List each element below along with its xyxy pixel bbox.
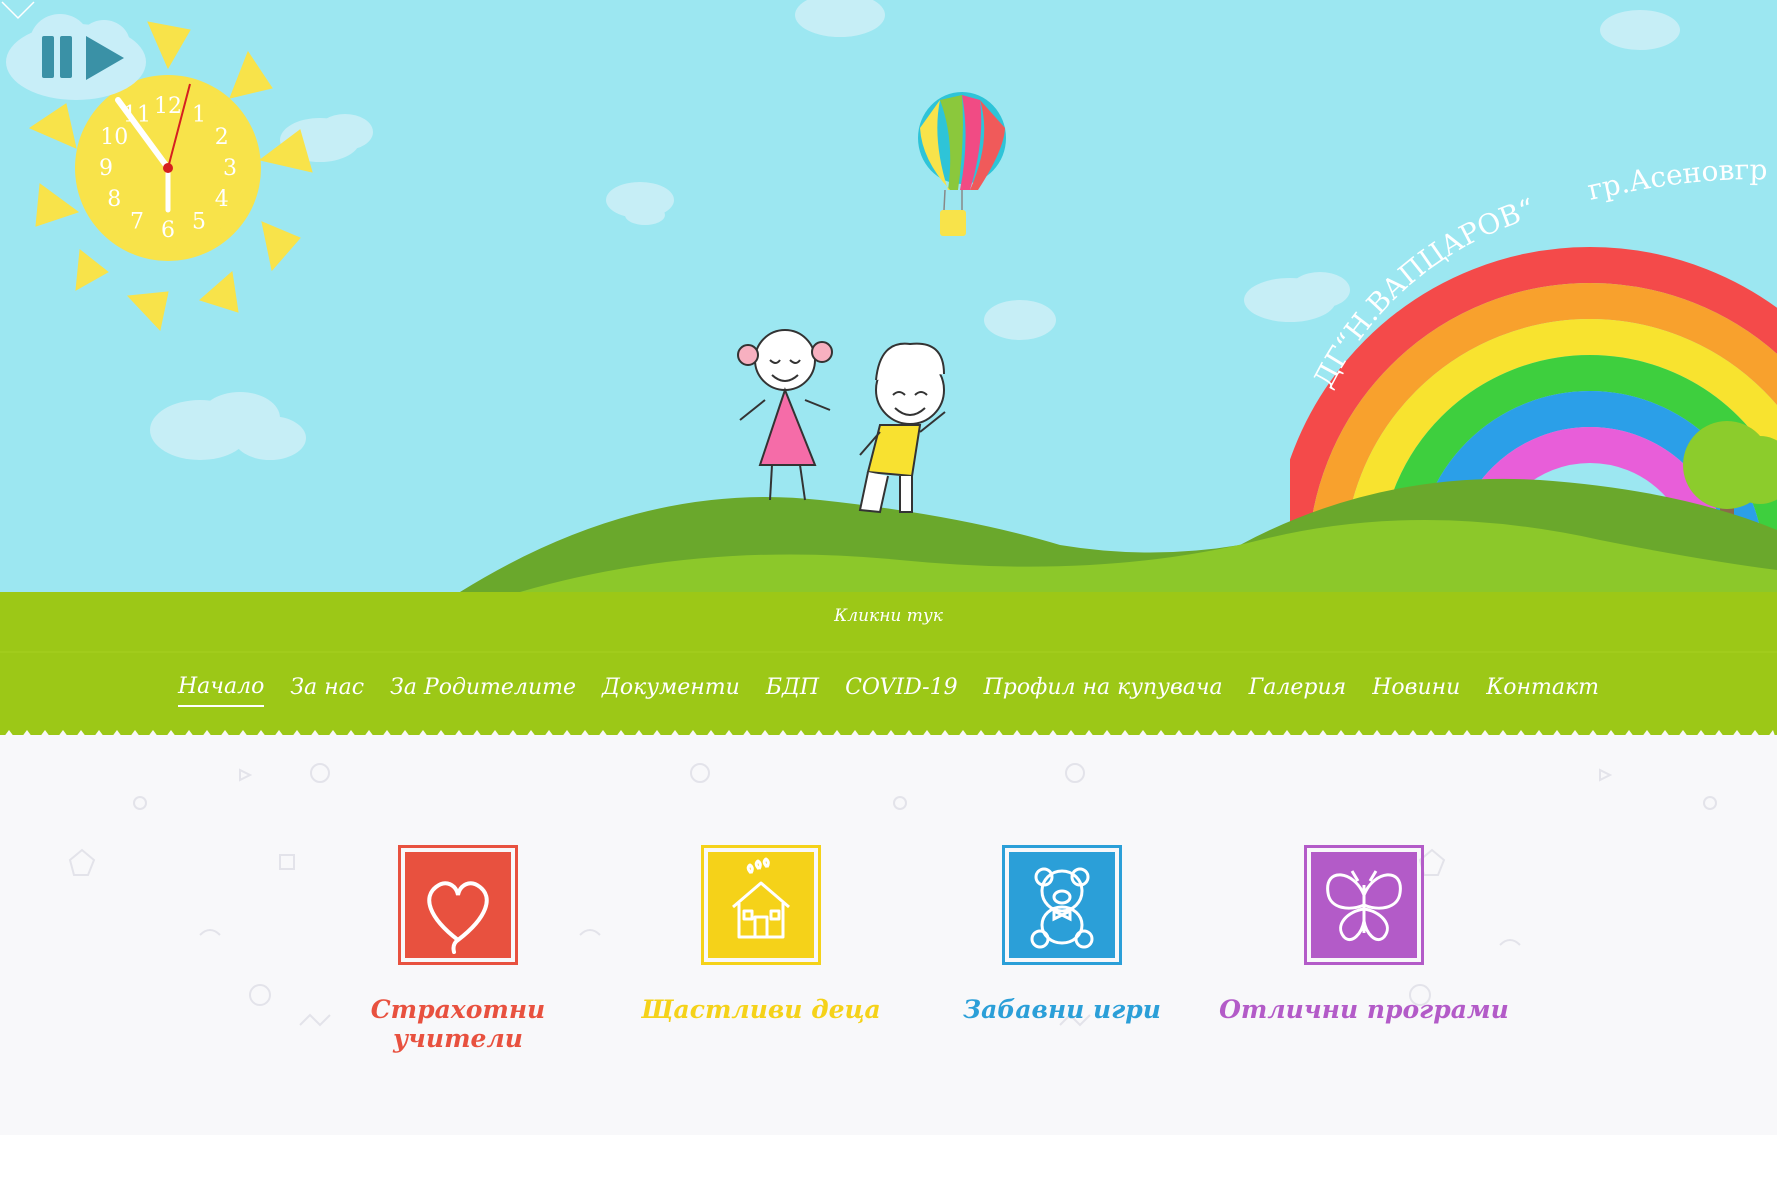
clock-number: 2 [215, 125, 229, 150]
nav-item[interactable]: БДП [766, 675, 819, 706]
clock-number: 1 [192, 102, 206, 127]
nav-item[interactable]: Документи [602, 675, 740, 706]
feature-label[interactable]: Отлични програми [1214, 995, 1514, 1024]
clock-number: 5 [192, 210, 206, 235]
pause-icon [42, 36, 54, 78]
clock-number: 7 [130, 210, 144, 235]
clock-number: 11 [123, 102, 151, 127]
nav-item[interactable]: Начало [177, 674, 265, 707]
clock-number: 12 [154, 94, 182, 119]
click-here-link[interactable]: Кликни тук [0, 606, 1777, 626]
nav-item[interactable]: За нас [290, 675, 364, 706]
nav-item[interactable]: COVID-19 [845, 675, 958, 706]
nav-item[interactable]: Галерия [1249, 675, 1347, 706]
feature-item: Щастливи деца [611, 845, 911, 1024]
clock-number: 10 [100, 125, 128, 150]
hero-banner: 12 1 2 3 4 5 6 7 8 9 10 11 ДГ“Н.ВАПЦАРОВ… [0, 0, 1777, 735]
features-section: Страхотни учители Щастливи деца Забавни иг… [0, 735, 1777, 1135]
nav-item[interactable]: За Родителите [390, 675, 576, 706]
main-nav: Начало За нас За Родителите Документи БДП COV… [0, 650, 1777, 730]
chevron-down-icon[interactable] [0, 0, 36, 20]
feature-label[interactable]: Забавни игри [912, 995, 1212, 1024]
teddy-bear-icon [1009, 852, 1115, 958]
feature-item: Забавни игри [912, 845, 1212, 1024]
clock-number: 9 [99, 156, 113, 181]
butterfly-icon [1311, 852, 1417, 958]
clock-number: 6 [161, 218, 175, 243]
heart-icon [405, 852, 511, 958]
feature-icon-box[interactable] [398, 845, 518, 965]
nav-item[interactable]: Новини [1372, 675, 1460, 706]
clock-number: 4 [215, 187, 229, 212]
clock-number: 3 [223, 156, 237, 181]
house-icon [708, 852, 814, 958]
feature-label[interactable]: Щастливи деца [611, 995, 911, 1024]
clock-number: 8 [107, 187, 121, 212]
feature-label[interactable]: Страхотни учители [308, 995, 608, 1053]
nav-item[interactable]: Контакт [1486, 675, 1599, 706]
nav-item[interactable]: Профил на купувача [984, 675, 1223, 706]
feature-icon-box[interactable] [1002, 845, 1122, 965]
feature-icon-box[interactable] [1304, 845, 1424, 965]
feature-item: Отлични програми [1214, 845, 1514, 1024]
feature-item: Страхотни учители [308, 845, 608, 1053]
feature-icon-box[interactable] [701, 845, 821, 965]
